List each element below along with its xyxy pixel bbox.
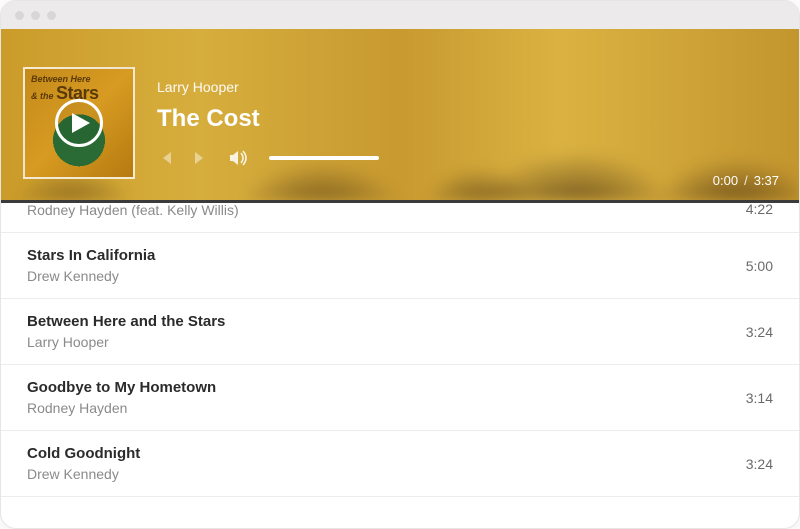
window-dot-max[interactable]: [47, 11, 56, 20]
track-row-left: Stars In California Drew Kennedy: [27, 247, 155, 284]
volume-icon[interactable]: [229, 149, 249, 167]
track-row[interactable]: Cold Goodnight Drew Kennedy 3:24: [1, 431, 799, 497]
tracklist[interactable]: I Drink to RememberRodney Hayden (feat. …: [1, 203, 799, 528]
track-title: Goodbye to My Hometown: [27, 379, 216, 396]
track-row-left: Goodbye to My Hometown Rodney Hayden: [27, 379, 216, 416]
track-duration: 3:14: [746, 390, 773, 406]
playback-time: 0:00 / 3:37: [713, 173, 779, 188]
track-title: Cold Goodnight: [27, 445, 140, 462]
album-play-overlay[interactable]: [25, 69, 133, 177]
track-row[interactable]: Goodbye to My Hometown Rodney Hayden 3:14: [1, 365, 799, 431]
track-duration: 5:00: [746, 258, 773, 274]
tracklist-wrap: I Drink to RememberRodney Hayden (feat. …: [1, 203, 799, 528]
track-row-left: Between Here and the Stars Larry Hooper: [27, 313, 225, 350]
track-title: Between Here and the Stars: [27, 313, 225, 330]
track-artist: Rodney Hayden: [27, 400, 216, 416]
track-row-left: I Drink to RememberRodney Hayden (feat. …: [27, 203, 239, 218]
track-artist: Drew Kennedy: [27, 268, 155, 284]
prev-button[interactable]: [157, 150, 173, 166]
track-row[interactable]: I Drink to RememberRodney Hayden (feat. …: [1, 203, 799, 233]
player-header: Between Here & the Stars Larry Hooper Th…: [1, 29, 799, 203]
track-duration: 3:24: [746, 456, 773, 472]
player-inner: Between Here & the Stars Larry Hooper Th…: [1, 29, 799, 200]
play-icon: [55, 99, 103, 147]
track-row[interactable]: Stars In California Drew Kennedy 5:00: [1, 233, 799, 299]
track-duration: 3:24: [746, 324, 773, 340]
window-dot-min[interactable]: [31, 11, 40, 20]
track-row[interactable]: Between Here and the Stars Larry Hooper 3:…: [1, 299, 799, 365]
track-row-left: Cold Goodnight Drew Kennedy: [27, 445, 140, 482]
volume-slider[interactable]: [269, 156, 379, 160]
time-current: 0:00: [713, 173, 738, 188]
track-duration: 4:22: [746, 203, 773, 217]
list-spacer: [1, 497, 799, 528]
now-playing-artist: Larry Hooper: [157, 79, 379, 95]
now-playing-track: The Cost: [157, 105, 379, 133]
time-separator: /: [744, 173, 748, 188]
now-playing-meta: Larry Hooper The Cost: [157, 79, 379, 167]
track-artist: Larry Hooper: [27, 334, 225, 350]
window-dot-close[interactable]: [15, 11, 24, 20]
track-title: Stars In California: [27, 247, 155, 264]
time-total: 3:37: [754, 173, 779, 188]
app-window: Between Here & the Stars Larry Hooper Th…: [0, 0, 800, 529]
player-controls: [157, 149, 379, 167]
track-artist: Drew Kennedy: [27, 466, 140, 482]
track-artist: Rodney Hayden (feat. Kelly Willis): [27, 203, 239, 218]
window-titlebar: [1, 1, 799, 29]
next-button[interactable]: [193, 150, 209, 166]
album-art[interactable]: Between Here & the Stars: [23, 67, 135, 179]
